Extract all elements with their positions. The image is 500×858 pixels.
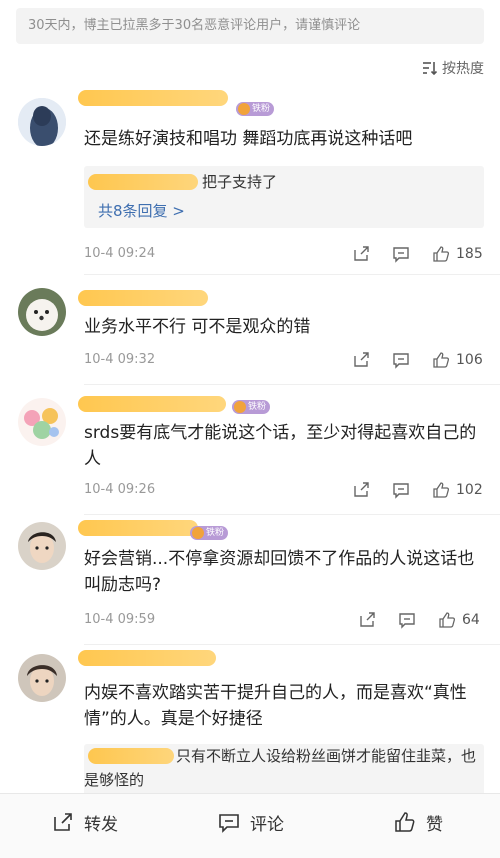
comment-icon <box>399 613 415 629</box>
like-count: 106 <box>456 352 483 368</box>
like-button[interactable]: 102 <box>432 480 483 500</box>
avatar[interactable] <box>18 98 66 146</box>
share-icon <box>354 482 369 497</box>
reply-text: 只有不断立人设给粉丝画饼才能留住韭菜，也是够怪的 <box>84 747 477 789</box>
comment-action-button[interactable]: 评论 <box>218 794 284 850</box>
sort-icon <box>423 62 438 75</box>
comment-action-label: 评论 <box>250 814 284 835</box>
divider <box>84 514 500 515</box>
sort-button[interactable]: 按热度 <box>422 58 484 78</box>
like-button[interactable]: 64 <box>438 610 480 630</box>
divider <box>84 644 500 645</box>
comment-time: 10-4 09:32 <box>84 352 156 367</box>
thumb-up-icon <box>395 812 415 832</box>
repost-label: 转发 <box>84 814 118 835</box>
like-count: 185 <box>456 246 483 262</box>
thumb-up-icon <box>433 482 450 498</box>
comment-meta: 10-4 09:24 185 <box>84 244 484 264</box>
comment-meta: 10-4 09:32 106 <box>84 350 484 370</box>
notice-banner: 30天内，博主已拉黑多于30名恶意评论用户，请谨慎评论 <box>16 8 484 44</box>
comment-meta: 10-4 09:59 64 <box>84 610 484 630</box>
like-action-label: 赞 <box>426 814 443 835</box>
comment-text: 好会营销...不停拿资源却回馈不了作品的人说这话也叫励志吗? <box>84 549 475 595</box>
comment-icon <box>393 247 409 263</box>
like-count: 64 <box>462 612 480 628</box>
share-button[interactable] <box>352 350 370 370</box>
thumb-up-icon <box>433 246 450 262</box>
comment-meta: 10-4 09:26 102 <box>84 480 484 500</box>
reply-preview[interactable]: 只有不断立人设给粉丝画饼才能留住韭菜，也是够怪的 <box>84 744 484 796</box>
comment-icon <box>393 483 409 499</box>
share-icon <box>360 612 375 627</box>
avatar[interactable] <box>18 654 66 702</box>
reply-preview[interactable]: 把子支持了 共8条回复 > <box>84 166 484 228</box>
sort-label: 按热度 <box>442 61 484 77</box>
view-replies-link[interactable]: 共8条回复 > <box>98 200 185 221</box>
repost-button[interactable]: 转发 <box>52 794 118 850</box>
fan-badge: 铁粉 <box>190 526 229 540</box>
comment-text: srds要有底气才能说这个话，至少对得起喜欢自己的人 <box>84 423 477 469</box>
comment-button[interactable] <box>392 480 410 500</box>
username-redacted[interactable] <box>78 396 226 412</box>
username-redacted[interactable] <box>78 650 216 666</box>
share-button[interactable] <box>358 610 376 630</box>
username-redacted[interactable] <box>78 290 208 306</box>
username-redacted[interactable] <box>78 520 198 536</box>
username-redacted[interactable] <box>78 90 228 106</box>
fan-badge: 铁粉 <box>236 102 275 116</box>
divider <box>84 274 500 275</box>
comment-text: 业务水平不行 可不是观众的错 <box>84 317 311 337</box>
comment-button[interactable] <box>398 610 416 630</box>
like-button[interactable]: 185 <box>432 244 483 264</box>
share-button[interactable] <box>352 244 370 264</box>
like-button[interactable]: 106 <box>432 350 483 370</box>
avatar[interactable] <box>18 288 66 336</box>
comment-time: 10-4 09:24 <box>84 246 156 261</box>
share-icon <box>354 246 369 261</box>
comment-button[interactable] <box>392 244 410 264</box>
thumb-up-icon <box>439 612 456 628</box>
comment-icon <box>393 353 409 369</box>
avatar[interactable] <box>18 522 66 570</box>
reply-text: 把子支持了 <box>202 173 278 191</box>
like-count: 102 <box>456 482 483 498</box>
share-icon <box>54 813 72 831</box>
share-button[interactable] <box>352 480 370 500</box>
bottom-action-bar: 转发 评论 赞 <box>0 793 500 858</box>
comment-time: 10-4 09:59 <box>84 612 156 627</box>
reply-username-redacted <box>88 174 198 190</box>
comment-text: 内娱不喜欢踏实苦干提升自己的人，而是喜欢“真性情”的人。真是个好捷径 <box>84 683 467 729</box>
like-action-button[interactable]: 赞 <box>394 794 443 850</box>
comment-text: 还是练好演技和唱功 舞蹈功底再说这种话吧 <box>84 129 413 149</box>
thumb-up-icon <box>433 352 450 368</box>
avatar[interactable] <box>18 398 66 446</box>
divider <box>84 384 500 385</box>
fan-badge: 铁粉 <box>232 400 271 414</box>
comment-time: 10-4 09:26 <box>84 482 156 497</box>
comment-button[interactable] <box>392 350 410 370</box>
share-icon <box>354 352 369 367</box>
comment-icon <box>219 814 239 833</box>
